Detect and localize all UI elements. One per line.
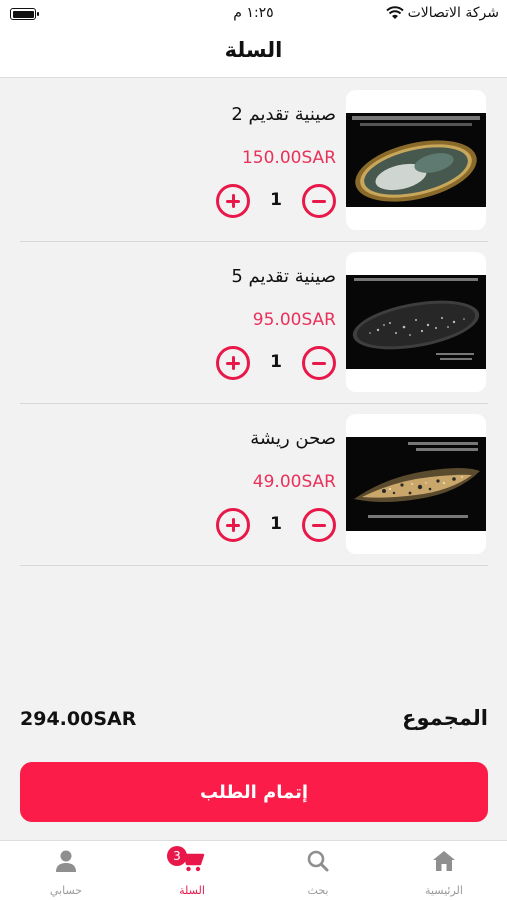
cart-item: صحن ريشة 49.00SAR 1	[20, 404, 488, 566]
cart-badge: 3	[167, 846, 187, 866]
tab-search-label: بحث	[307, 884, 329, 897]
product-name[interactable]: صينية تقديم 5	[231, 266, 336, 287]
user-icon	[56, 850, 76, 872]
tab-search[interactable]: بحث	[255, 841, 381, 900]
increase-quantity-button[interactable]	[216, 508, 250, 542]
quantity-stepper: 1	[216, 508, 336, 542]
increase-quantity-button[interactable]	[216, 184, 250, 218]
status-bar: شركة الاتصالات ١:٢٥ م	[0, 0, 507, 28]
increase-quantity-button[interactable]	[216, 346, 250, 380]
tab-account[interactable]: حسابي	[3, 841, 129, 900]
product-image[interactable]	[346, 90, 486, 230]
status-time: ١:٢٥ م	[233, 5, 274, 21]
header: السلة	[0, 28, 507, 78]
glitter-tray-photo	[346, 275, 486, 369]
quantity-value: 1	[270, 352, 282, 372]
quantity-value: 1	[270, 514, 282, 534]
quantity-stepper: 1	[216, 346, 336, 380]
quantity-value: 1	[270, 190, 282, 210]
tab-home-label: الرئيسية	[425, 884, 463, 897]
search-icon	[307, 850, 329, 872]
product-image[interactable]	[346, 252, 486, 392]
checkout-button[interactable]: إتمام الطلب	[20, 762, 488, 822]
serving-tray-photo	[346, 113, 486, 207]
quantity-stepper: 1	[216, 184, 336, 218]
product-name[interactable]: صحن ريشة	[250, 428, 336, 449]
page-title: السلة	[224, 38, 283, 62]
product-price: 150.00SAR	[241, 148, 336, 168]
tab-bar: الرئيسية بحث 3 السلة حسابي	[0, 840, 507, 900]
cart-item: صينية تقديم 2 150.00SAR 1	[20, 80, 488, 242]
tab-account-label: حسابي	[49, 884, 83, 897]
cart-list: صينية تقديم 2 150.00SAR 1 صينية تقديم 5 …	[20, 80, 488, 566]
total-label: المجموع	[402, 706, 488, 730]
decrease-quantity-button[interactable]	[302, 508, 336, 542]
feather-plate-photo	[346, 437, 486, 531]
product-price: 95.00SAR	[252, 310, 336, 330]
decrease-quantity-button[interactable]	[302, 346, 336, 380]
total-amount: 294.00SAR	[20, 708, 137, 730]
battery-icon	[10, 8, 39, 20]
product-image[interactable]	[346, 414, 486, 554]
cart-item: صينية تقديم 5 95.00SAR 1	[20, 242, 488, 404]
home-icon	[433, 851, 455, 871]
tab-home[interactable]: الرئيسية	[381, 841, 507, 900]
product-price: 49.00SAR	[252, 472, 336, 492]
total-row: المجموع 294.00SAR	[20, 706, 488, 736]
tab-cart[interactable]: 3 السلة	[129, 841, 255, 900]
tab-cart-label: السلة	[179, 884, 205, 897]
decrease-quantity-button[interactable]	[302, 184, 336, 218]
product-name[interactable]: صينية تقديم 2	[231, 104, 336, 125]
